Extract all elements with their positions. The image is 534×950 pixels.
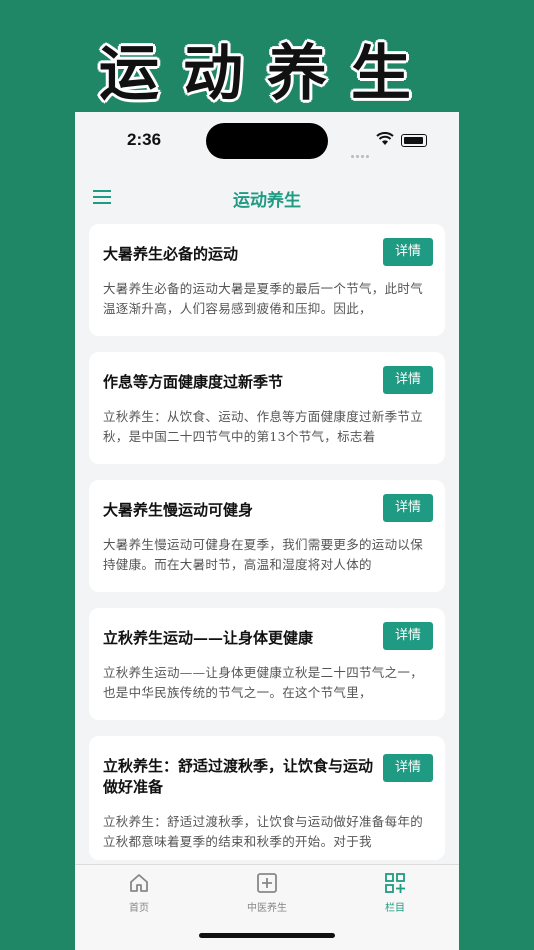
article-card[interactable]: 作息等方面健康度过新季节 详情 立秋养生：从饮食、运动、作息等方面健康度过新季节… (89, 352, 445, 464)
article-desc: 大暑养生必备的运动大暑是夏季的最后一个节气，此时气温逐渐升高，人们容易感到疲倦和… (103, 281, 424, 316)
detail-button[interactable]: 详情 (383, 754, 433, 782)
article-desc: 立秋养生：从饮食、运动、作息等方面健康度过新季节立秋，是中国二十四节气中的第13… (103, 409, 424, 444)
article-card[interactable]: 立秋养生：舒适过渡秋季，让饮食与运动做好准备 详情 立秋养生：舒适过渡秋季，让饮… (89, 736, 445, 860)
tab-home[interactable]: 首页 (99, 871, 179, 914)
grid-icon (385, 873, 405, 893)
article-card[interactable]: 立秋养生运动——让身体更健康 详情 立秋养生运动——让身体更健康立秋是二十四节气… (89, 608, 445, 720)
signal-icon (351, 143, 371, 162)
battery-icon (401, 134, 427, 147)
detail-button[interactable]: 详情 (383, 238, 433, 266)
article-desc: 大暑养生慢运动可健身在夏季，我们需要更多的运动以保持健康。而在大暑时节，高温和湿… (103, 537, 424, 572)
article-desc: 立秋养生运动——让身体更健康立秋是二十四节气之一，也是中华民族传统的节气之一。在… (103, 665, 424, 700)
article-desc: 立秋养生：舒适过渡秋季，让饮食与运动做好准备每年的立秋都意味着夏季的结束和秋季的… (103, 814, 424, 849)
article-title: 大暑养生必备的运动 (103, 245, 239, 263)
phone-screen: 2:36 运动养生 大暑养生必备的运动 详情 大暑养生必备的运动大暑是夏季的最后… (75, 112, 459, 950)
tab-bar: 首页 中医养生 栏目 (75, 864, 459, 950)
detail-button[interactable]: 详情 (383, 494, 433, 522)
tab-label: 首页 (129, 903, 149, 914)
detail-button[interactable]: 详情 (383, 366, 433, 394)
tab-tcm[interactable]: 中医养生 (227, 871, 307, 914)
detail-button[interactable]: 详情 (383, 622, 433, 650)
article-card[interactable]: 大暑养生必备的运动 详情 大暑养生必备的运动大暑是夏季的最后一个节气，此时气温逐… (89, 224, 445, 336)
status-time: 2:36 (127, 130, 162, 149)
banner-title: 运动养生 (99, 39, 435, 109)
dynamic-island (206, 123, 328, 159)
tab-columns[interactable]: 栏目 (355, 871, 435, 914)
article-title: 作息等方面健康度过新季节 (103, 373, 284, 391)
article-title: 立秋养生运动——让身体更健康 (103, 629, 314, 647)
home-icon (130, 874, 148, 892)
article-card[interactable]: 大暑养生慢运动可健身 详情 大暑养生慢运动可健身在夏季，我们需要更多的运动以保持… (89, 480, 445, 592)
tab-label: 栏目 (385, 903, 405, 914)
home-indicator (199, 933, 335, 938)
article-list: 大暑养生必备的运动 详情 大暑养生必备的运动大暑是夏季的最后一个节气，此时气温逐… (89, 224, 445, 876)
page-title: 运动养生 (233, 191, 301, 211)
medical-cross-icon (257, 873, 277, 893)
article-title: 立秋养生：舒适过渡秋季，让饮食与运动做好准备 (103, 757, 374, 796)
nav-bar: 运动养生 (75, 178, 459, 218)
article-title: 大暑养生慢运动可健身 (103, 501, 254, 519)
wifi-icon (376, 132, 394, 145)
status-bar: 2:36 (75, 112, 459, 168)
tab-label: 中医养生 (247, 903, 287, 914)
